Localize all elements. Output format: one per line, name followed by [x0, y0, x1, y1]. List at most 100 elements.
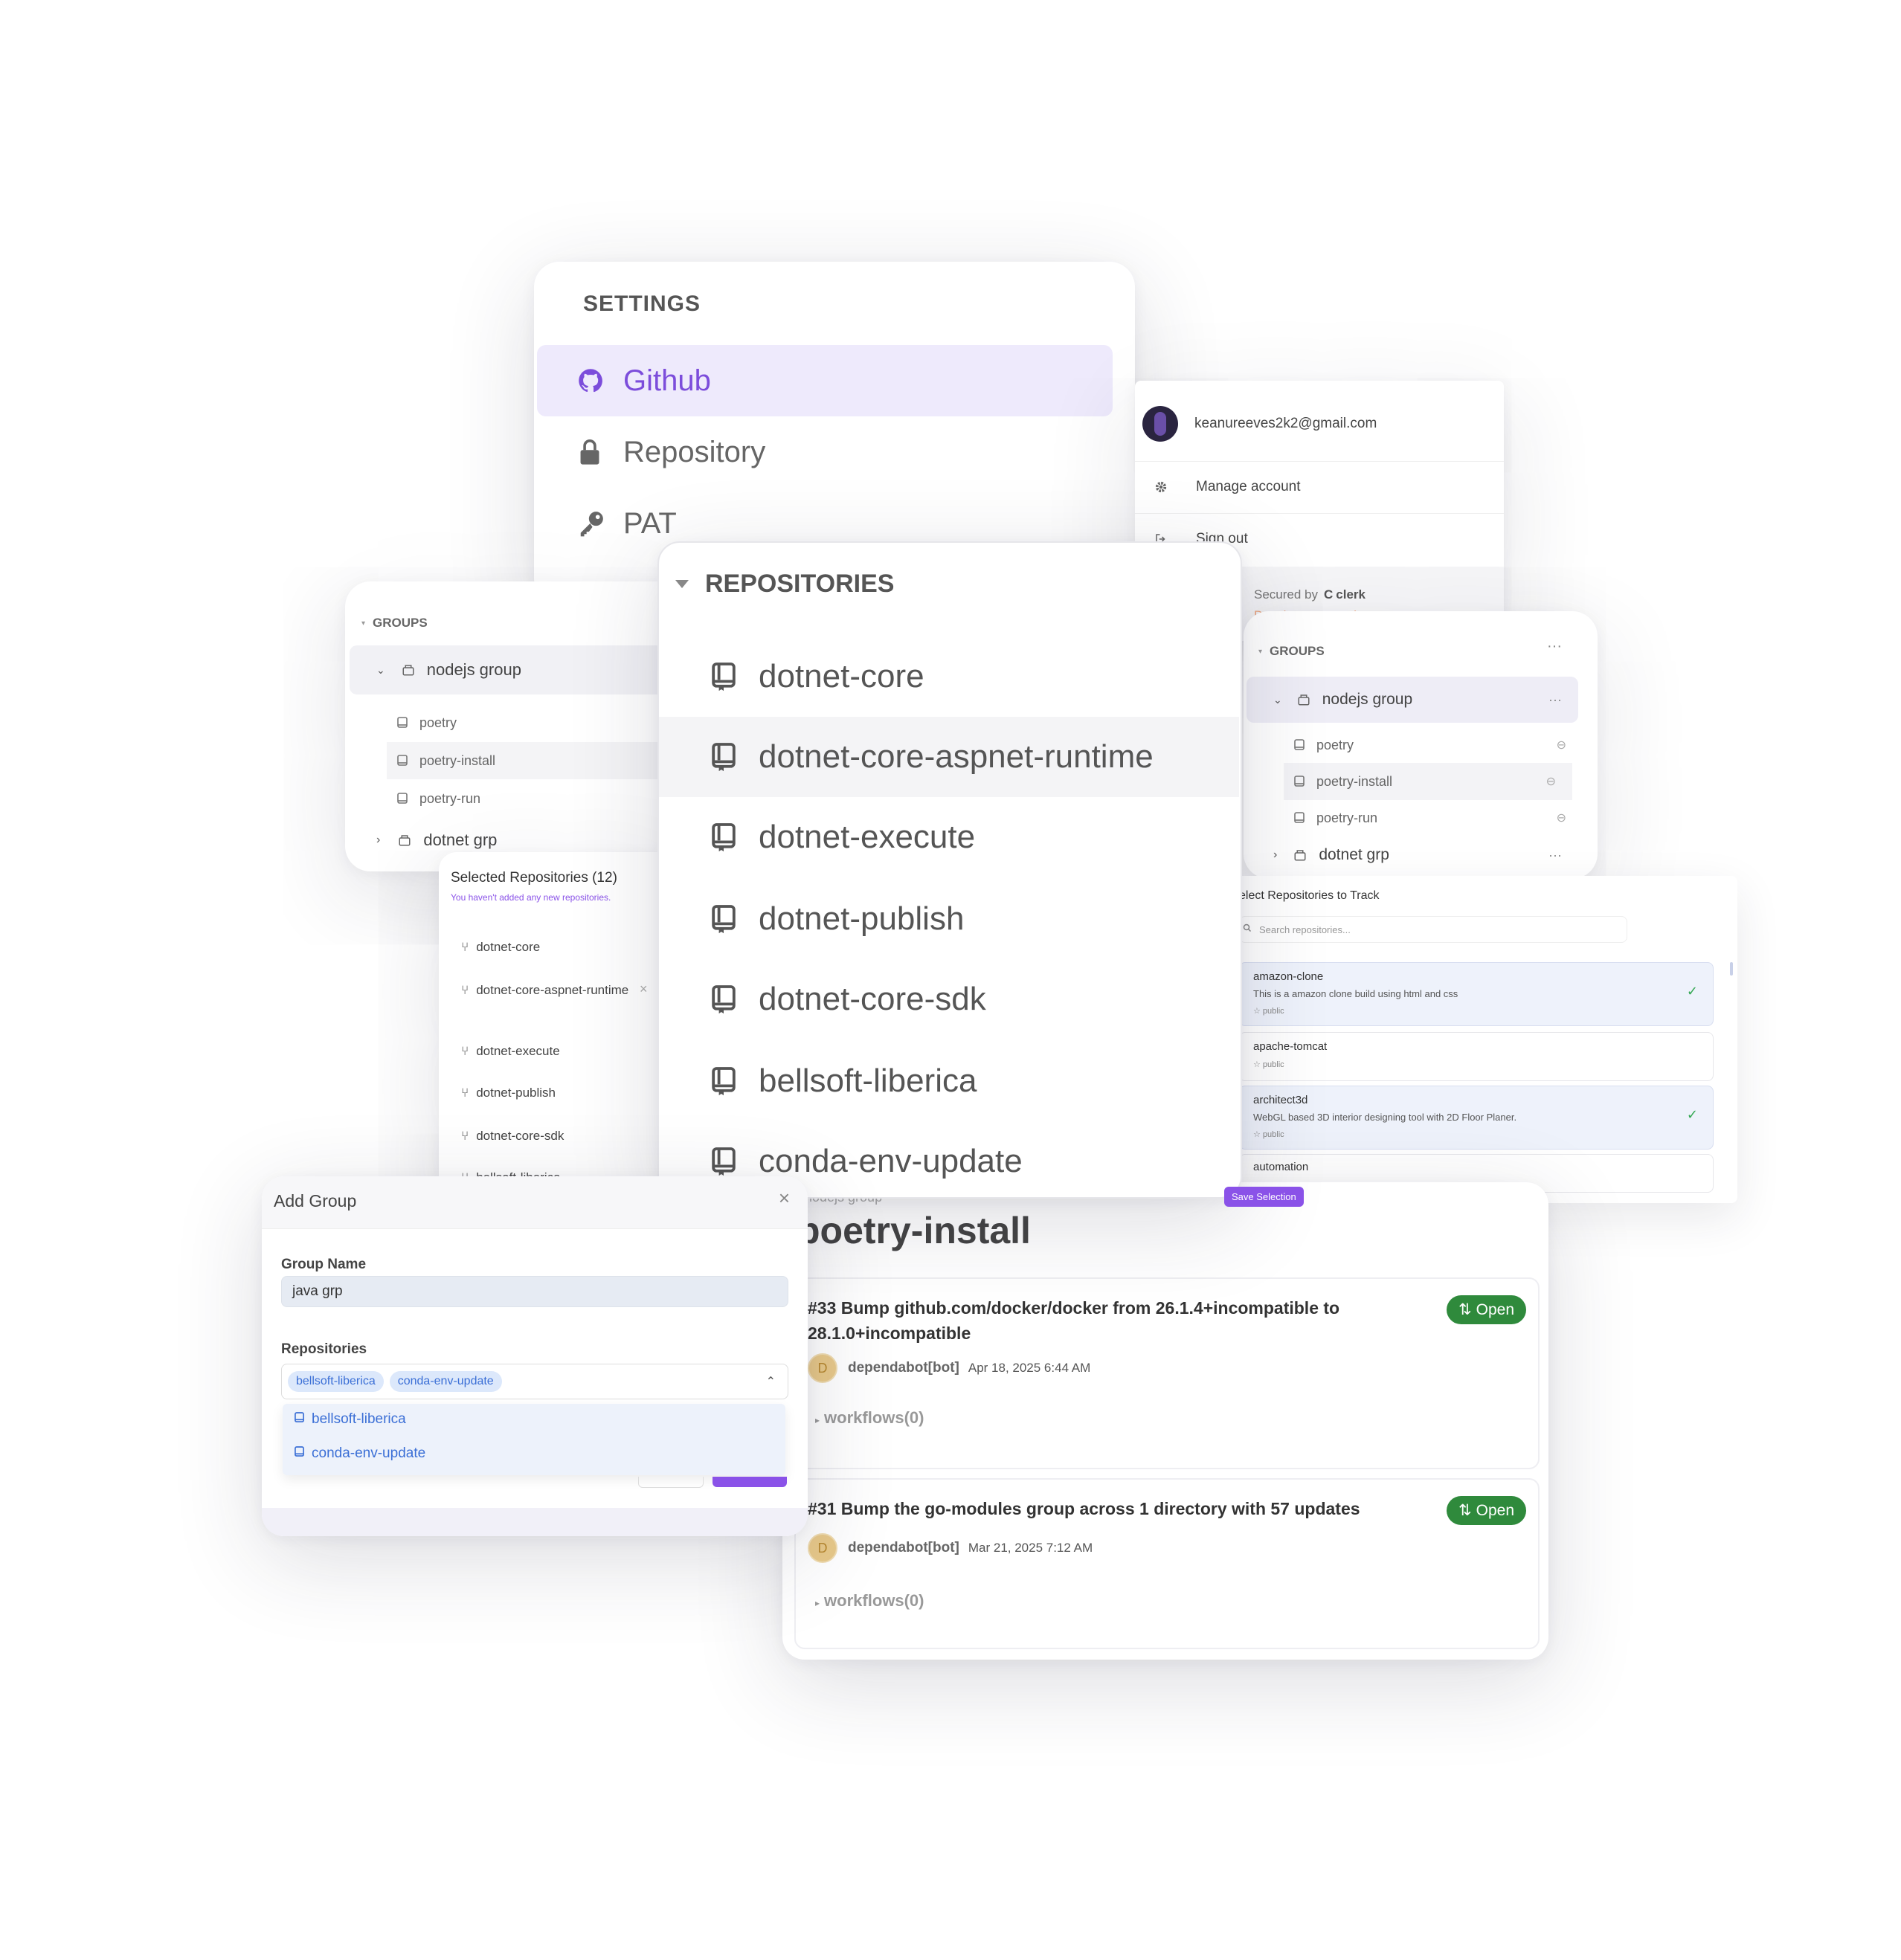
chip: bellsoft-liberica [288, 1371, 384, 1392]
more-options-button[interactable]: ··· [1548, 692, 1562, 708]
group-child-label: poetry-install [419, 752, 496, 768]
secured-by-label: Secured by [1254, 587, 1318, 602]
fork-icon: ⑂ [461, 1129, 469, 1143]
repositories-header[interactable]: REPOSITORIES [675, 570, 894, 599]
selected-repo-item: ⑂dotnet-core-sdk× [461, 1127, 669, 1145]
repo-icon [711, 742, 741, 772]
dropdown-option[interactable]: bellsoft-liberica [295, 1411, 406, 1428]
search-input[interactable]: Search repositories... [1239, 916, 1627, 943]
selected-title: Selected Repositories (12) [451, 870, 617, 886]
repo-icon [711, 984, 741, 1014]
repo-description: This is a amazon clone build using html … [1253, 988, 1458, 999]
group-child-item[interactable]: poetry [397, 709, 457, 736]
workflows-label: workflows(0) [824, 1408, 924, 1427]
folder-icon [1293, 848, 1307, 862]
chevron-down-icon: ⌄ [376, 663, 385, 676]
pull-request-card[interactable]: #31 Bump the go-modules group across 1 d… [794, 1478, 1540, 1649]
groups-label: ▾ GROUPS [1258, 644, 1325, 659]
group-child-item[interactable]: poetry-install [387, 742, 687, 779]
repo-visibility-label: public [1262, 1130, 1284, 1139]
repositories-select[interactable]: bellsoft-liberica conda-env-update ⌃ [281, 1364, 788, 1399]
group-child-item[interactable]: poetry ⊖ [1294, 732, 1572, 758]
more-options-button[interactable]: ··· [1548, 848, 1562, 863]
save-selection-button[interactable]: Save Selection [1224, 1187, 1304, 1207]
settings-item-github[interactable]: Github [537, 345, 1113, 416]
groups-label: ▾ GROUPS [361, 616, 428, 631]
workflows-toggle[interactable]: ▸ workflows(0) [815, 1591, 924, 1611]
manage-account-button[interactable]: Manage account [1135, 462, 1504, 512]
group-child-item[interactable]: poetry-run ⊖ [1294, 805, 1572, 831]
cancel-button[interactable] [638, 1477, 704, 1488]
track-repo-item[interactable]: architect3d WebGL based 3D interior desi… [1239, 1086, 1714, 1150]
selected-repo-label: dotnet-core [476, 940, 541, 954]
pr-title-text: Bump the go-modules group across 1 direc… [840, 1499, 1360, 1518]
check-icon: ✓ [1686, 984, 1698, 999]
group-child-label: poetry-run [419, 790, 481, 806]
settings-item-label: Github [623, 364, 711, 397]
pr-meta: D dependabot[bot] Apr 18, 2025 6:44 AM [808, 1353, 1090, 1383]
chevron-right-icon: › [1273, 848, 1278, 861]
remove-icon[interactable]: ⊖ [1557, 810, 1566, 825]
repo-icon [397, 717, 408, 729]
scrollbar[interactable] [1730, 962, 1733, 976]
workflows-toggle[interactable]: ▸ workflows(0) [815, 1408, 924, 1428]
repository-label: conda-env-update [759, 1143, 1023, 1179]
repository-item[interactable]: dotnet-execute [659, 797, 1239, 877]
selected-repo-label: dotnet-core-aspnet-runtime [476, 983, 629, 997]
track-title: elect Repositories to Track [1239, 889, 1380, 902]
pr-meta: D dependabot[bot] Mar 21, 2025 7:12 AM [808, 1533, 1093, 1563]
track-repo-item[interactable]: amazon-clone This is a amazon clone buil… [1239, 962, 1714, 1026]
group-child-label: poetry [1316, 737, 1354, 752]
group-name-field[interactable]: java grp [281, 1276, 788, 1307]
check-icon: ✓ [1686, 1107, 1698, 1122]
gear-icon [1154, 480, 1175, 494]
pr-number: #33 [808, 1298, 837, 1318]
repository-item[interactable]: bellsoft-liberica [659, 1041, 1239, 1121]
chevron-up-icon[interactable]: ⌃ [766, 1374, 776, 1389]
search-icon [1243, 923, 1252, 936]
more-options-button[interactable]: ··· [1547, 638, 1562, 655]
groups-label-text: GROUPS [373, 616, 428, 630]
repository-item[interactable]: dotnet-core-sdk [659, 959, 1239, 1039]
group-child-item[interactable]: poetry-install ⊖ [1284, 763, 1572, 800]
groups-panel-right: ▾ GROUPS ··· ⌄ nodejs group ··· poetry ⊖… [1244, 611, 1598, 879]
group-child-label: poetry-install [1316, 773, 1393, 789]
repo-visibility: ☆ public [1253, 1129, 1284, 1139]
chevron-right-icon: ▸ [815, 1415, 820, 1425]
fork-icon: ⑂ [461, 1044, 469, 1058]
repo-visibility: ☆ public [1253, 1060, 1284, 1069]
group-child-item[interactable]: poetry-run [397, 785, 480, 812]
avatar: D [808, 1533, 837, 1563]
folder-icon [402, 663, 415, 677]
group-item-nodejs[interactable]: ⌄ nodejs group ··· [1247, 677, 1578, 723]
repo-name: amazon-clone [1253, 970, 1324, 983]
pull-request-icon: ⇅ [1458, 1502, 1472, 1519]
close-icon[interactable]: × [779, 1187, 790, 1210]
remove-icon[interactable]: ⊖ [1557, 738, 1566, 752]
repository-item[interactable]: dotnet-publish [659, 879, 1239, 959]
pr-title: #31 Bump the go-modules group across 1 d… [808, 1496, 1418, 1521]
group-item-dotnet[interactable]: › dotnet grp ··· [1247, 837, 1578, 873]
settings-item-repository[interactable]: Repository [537, 416, 1113, 488]
create-button[interactable] [713, 1477, 787, 1487]
pr-author[interactable]: dependabot[bot] [848, 1360, 959, 1376]
repository-item[interactable]: dotnet-core [659, 636, 1239, 717]
repo-icon [1294, 739, 1305, 751]
dropdown-option[interactable]: conda-env-update [295, 1445, 425, 1462]
repo-name: automation [1253, 1161, 1309, 1173]
pr-author[interactable]: dependabot[bot] [848, 1540, 959, 1556]
selected-repo-label: dotnet-execute [476, 1044, 560, 1058]
clerk-logo-icon: C [1324, 587, 1334, 602]
group-item-nodejs[interactable]: ⌄ nodejs group [350, 645, 687, 694]
track-repo-item[interactable]: apache-tomcat ☆ public [1239, 1032, 1714, 1081]
repositories-dropdown: bellsoft-liberica conda-env-update [283, 1404, 785, 1475]
repo-icon [295, 1445, 304, 1462]
pull-request-card[interactable]: #33 Bump github.com/docker/docker from 2… [794, 1277, 1540, 1469]
repository-item[interactable]: dotnet-core-aspnet-runtime [659, 717, 1239, 797]
selected-repo-item: ⑂dotnet-publish× [461, 1084, 669, 1102]
star-icon: ☆ [1253, 1130, 1263, 1139]
modal-title: Add Group [274, 1191, 357, 1211]
pr-date: Mar 21, 2025 7:12 AM [968, 1541, 1093, 1555]
remove-button[interactable]: × [640, 981, 648, 997]
remove-icon[interactable]: ⊖ [1546, 774, 1556, 789]
